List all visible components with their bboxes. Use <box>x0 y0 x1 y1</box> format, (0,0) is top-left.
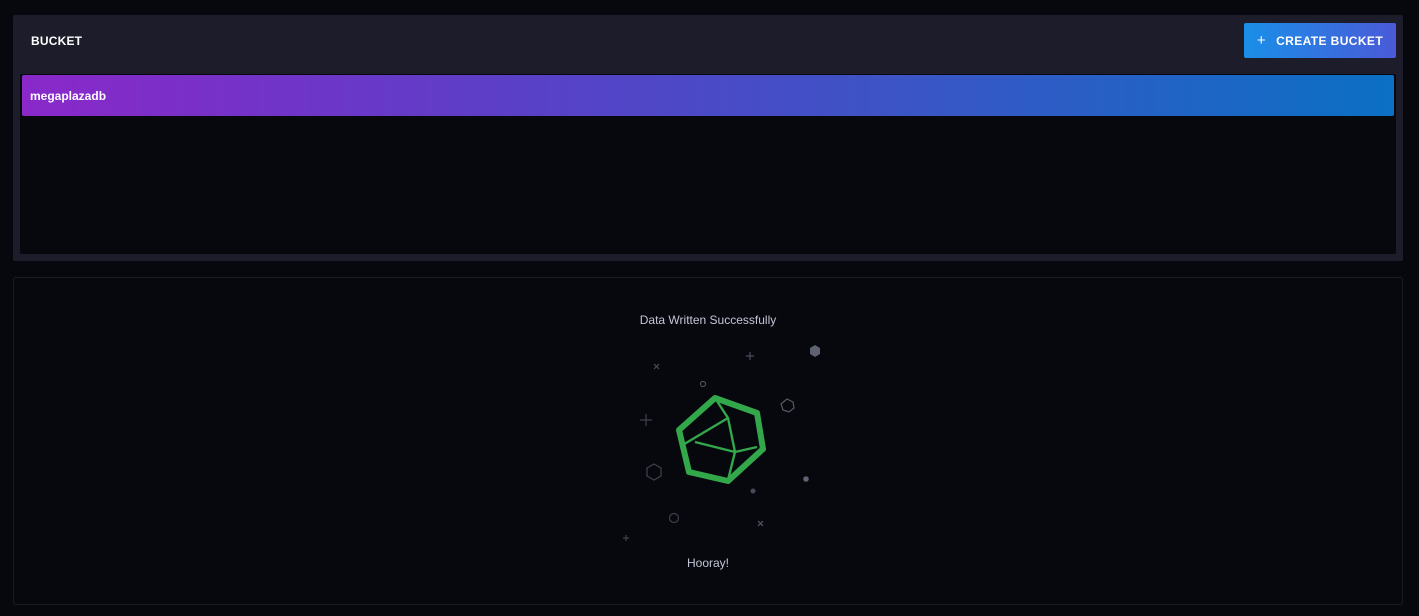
bucket-item-megaplazadb[interactable]: megaplazadb <box>22 75 1394 116</box>
plus-icon: + <box>1256 32 1267 49</box>
bucket-title: BUCKET <box>31 34 83 48</box>
small-plus-icon <box>746 352 754 360</box>
success-illustration <box>623 345 820 541</box>
bucket-list: megaplazadb <box>20 74 1396 254</box>
status-panel: Data Written Successfully Hooray! <box>13 277 1403 605</box>
bucket-header: BUCKET + CREATE BUCKET <box>13 15 1403 67</box>
small-plus-icon <box>623 535 629 541</box>
hexagon-outline-icon <box>780 398 795 413</box>
small-x-icon <box>653 363 660 370</box>
bucket-item-label: megaplazadb <box>30 89 107 103</box>
dot-icon <box>750 488 756 494</box>
ring-icon <box>668 512 680 524</box>
hexagon-filled-icon <box>810 345 820 357</box>
plus-icon <box>640 414 652 426</box>
hexagon-outline-icon <box>646 463 662 481</box>
status-footer: Hooray! <box>686 556 730 570</box>
small-x-icon <box>757 520 764 527</box>
bucket-panel: BUCKET + CREATE BUCKET megaplazadb <box>13 15 1403 261</box>
status-message: Data Written Successfully <box>639 313 777 327</box>
success-polyhedron-icon <box>676 395 766 484</box>
create-bucket-button[interactable]: + CREATE BUCKET <box>1244 23 1396 58</box>
dot-icon <box>803 476 809 482</box>
small-circle-icon <box>699 380 707 388</box>
create-bucket-label: CREATE BUCKET <box>1276 33 1384 48</box>
